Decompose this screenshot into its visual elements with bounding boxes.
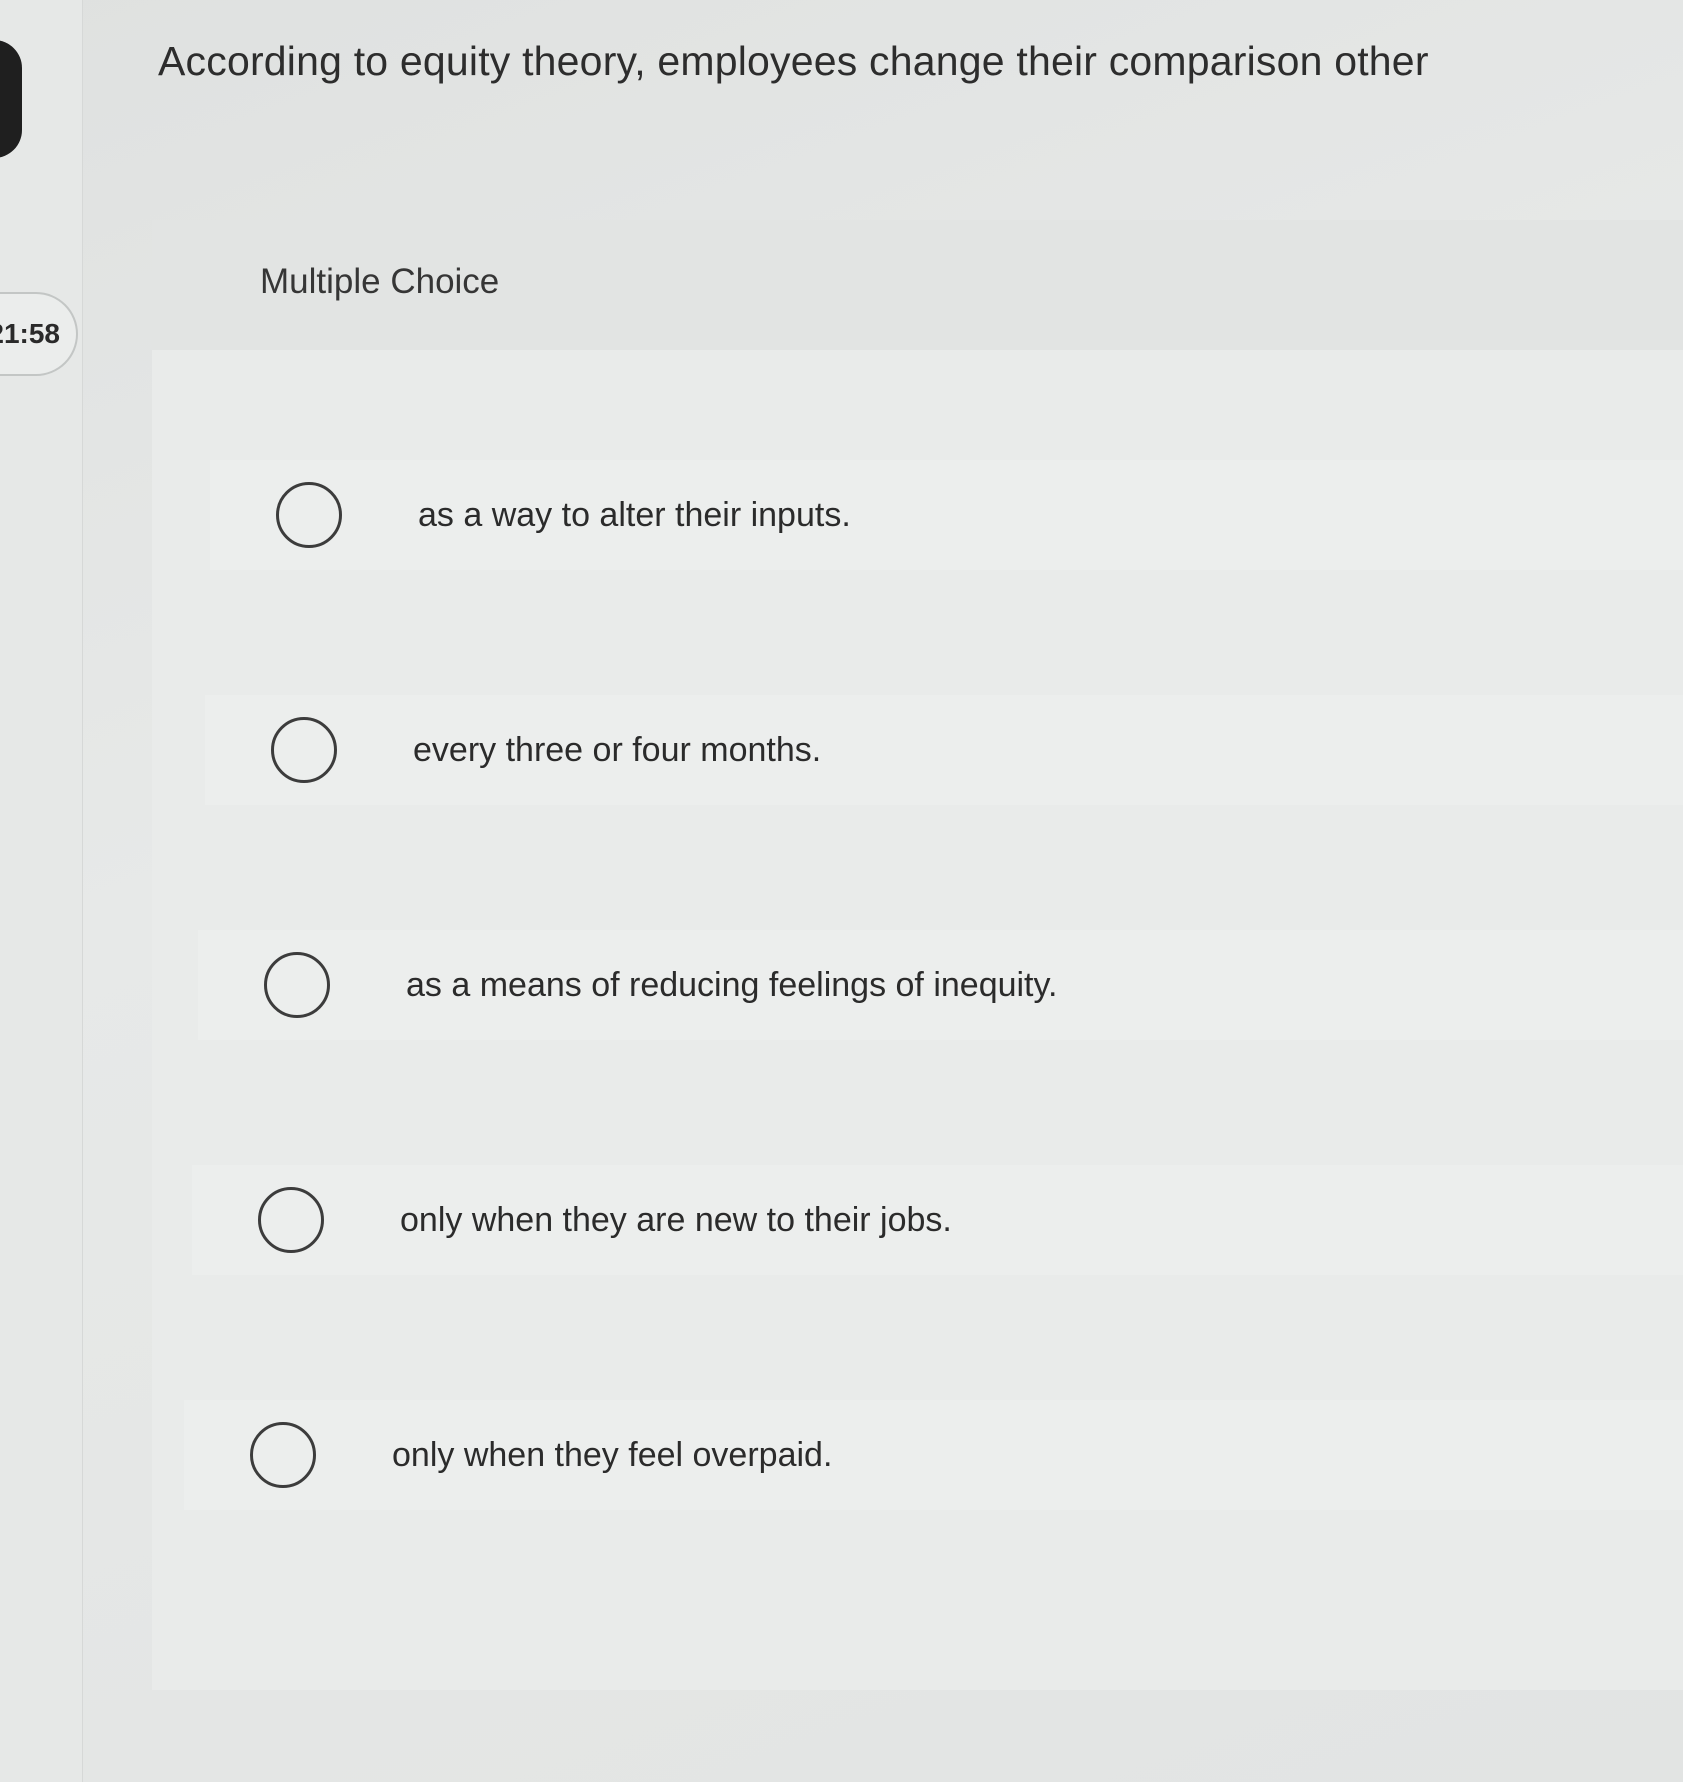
radio-button[interactable]	[271, 717, 337, 783]
option-label: only when they are new to their jobs.	[400, 1200, 952, 1239]
left-rail	[0, 0, 83, 1782]
answer-type-label: Multiple Choice	[260, 262, 500, 301]
answer-option-5[interactable]: only when they feel overpaid.	[184, 1400, 1683, 1510]
radio-button[interactable]	[276, 482, 342, 548]
answer-option-3[interactable]: as a means of reducing feelings of inequ…	[198, 930, 1683, 1040]
timer-text: 21:58	[0, 318, 60, 349]
radio-button[interactable]	[258, 1187, 324, 1253]
answer-option-1[interactable]: as a way to alter their inputs.	[210, 460, 1683, 570]
option-label: every three or four months.	[413, 730, 822, 769]
question-prompt: According to equity theory, employees ch…	[158, 38, 1429, 84]
radio-button[interactable]	[250, 1422, 316, 1488]
radio-button[interactable]	[264, 952, 330, 1018]
answer-option-2[interactable]: every three or four months.	[205, 695, 1683, 805]
question-nav-marker[interactable]	[0, 40, 22, 158]
option-label: as a way to alter their inputs.	[418, 495, 851, 534]
answer-option-4[interactable]: only when they are new to their jobs.	[192, 1165, 1683, 1275]
option-label: only when they feel overpaid.	[392, 1435, 833, 1474]
option-label: as a means of reducing feelings of inequ…	[406, 965, 1058, 1004]
